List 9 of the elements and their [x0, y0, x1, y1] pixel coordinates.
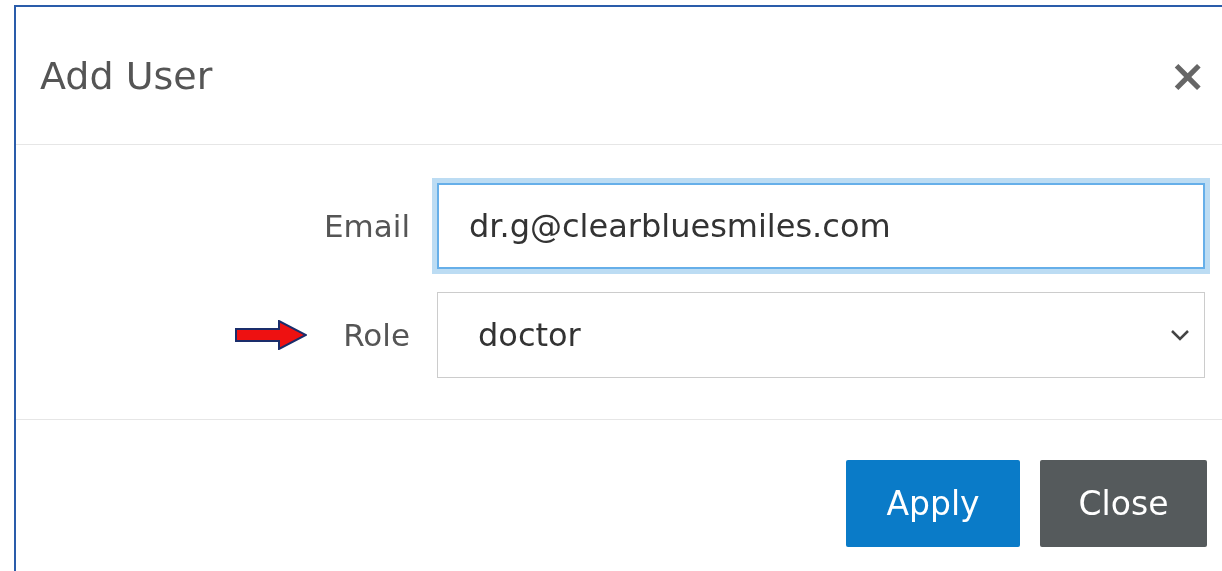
chevron-down-icon: [1170, 329, 1190, 341]
apply-button[interactable]: Apply: [846, 460, 1020, 547]
close-button[interactable]: ×: [1169, 53, 1206, 98]
field-label: Email: [324, 208, 410, 244]
close-dialog-button[interactable]: Close: [1040, 460, 1207, 547]
field-label: Role: [343, 317, 410, 353]
role-dropdown[interactable]: doctor: [437, 292, 1205, 378]
email-field[interactable]: dr.g@clearbluesmiles.com: [437, 183, 1205, 269]
dialog-title: Add User: [40, 53, 213, 98]
